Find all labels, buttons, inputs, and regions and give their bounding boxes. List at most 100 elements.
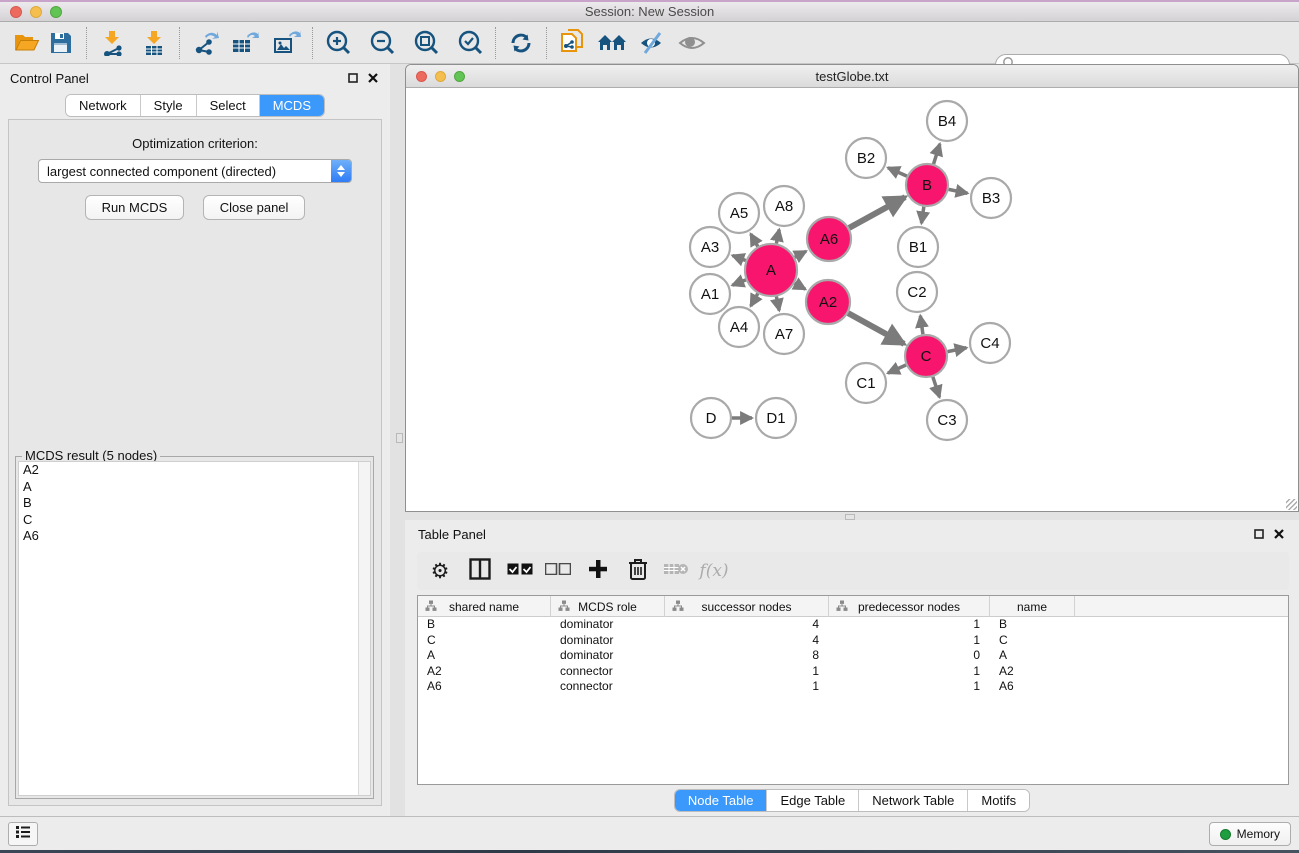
edge-A-A8[interactable] (776, 230, 779, 244)
table-cell[interactable]: C (990, 633, 1075, 649)
mcds-result-item[interactable]: C (19, 512, 370, 529)
table-cell[interactable]: 1 (829, 664, 990, 680)
graph-node-C3[interactable]: C3 (927, 400, 967, 440)
tab-motifs[interactable]: Motifs (968, 790, 1029, 811)
vertical-splitter-handle[interactable] (396, 433, 403, 443)
edge-C-C1[interactable] (888, 365, 906, 373)
export-table-button[interactable] (230, 27, 260, 59)
network-graph[interactable]: B4B2BB3A8A5A6A3B1AC2A1A2A4A7C4CC1C3DD1 (406, 88, 1298, 511)
zoom-fit-button[interactable] (411, 27, 441, 59)
delete-table-button[interactable] (659, 555, 693, 587)
edge-A-A5[interactable] (751, 234, 758, 247)
mcds-result-item[interactable]: A6 (19, 528, 370, 545)
table-cell[interactable]: 8 (665, 648, 829, 664)
function-builder-button[interactable]: f(x) (697, 555, 731, 587)
deselect-all-rows-button[interactable] (541, 555, 575, 587)
column-header-successor-nodes[interactable]: successor nodes (665, 596, 829, 617)
edge-A2-C[interactable] (848, 313, 904, 344)
node-table[interactable]: shared nameMCDS rolesuccessor nodesprede… (417, 595, 1289, 785)
table-cell[interactable]: dominator (551, 633, 665, 649)
edge-B-B1[interactable] (921, 207, 923, 223)
delete-column-button[interactable] (621, 555, 655, 587)
edge-B-B4[interactable] (934, 144, 940, 164)
show-columns-button[interactable] (463, 555, 497, 587)
export-network-button[interactable] (190, 27, 220, 59)
tab-edge-table[interactable]: Edge Table (767, 790, 859, 811)
graph-node-D[interactable]: D (691, 398, 731, 438)
hide-graphics-details-button[interactable] (637, 27, 667, 59)
import-network-button[interactable] (97, 27, 127, 59)
edge-A-A1[interactable] (732, 280, 746, 285)
edge-A-A4[interactable] (751, 294, 758, 307)
table-cell[interactable]: 4 (665, 633, 829, 649)
graph-node-B4[interactable]: B4 (927, 101, 967, 141)
mcds-result-item[interactable]: B (19, 495, 370, 512)
tab-select[interactable]: Select (197, 95, 260, 116)
table-cell[interactable]: 4 (665, 617, 829, 633)
table-cell[interactable]: C (418, 633, 551, 649)
graph-node-B1[interactable]: B1 (898, 227, 938, 267)
table-cell[interactable]: 1 (665, 664, 829, 680)
task-history-button[interactable] (8, 822, 38, 846)
tab-mcds[interactable]: MCDS (260, 95, 324, 116)
tab-network[interactable]: Network (66, 95, 141, 116)
graph-node-A[interactable]: A (745, 244, 797, 296)
close-panel-button[interactable]: Close panel (203, 195, 306, 220)
resize-grip-icon[interactable] (1286, 499, 1297, 510)
table-cell[interactable]: 1 (829, 617, 990, 633)
column-header-name[interactable]: name (990, 596, 1075, 617)
tab-style[interactable]: Style (141, 95, 197, 116)
edge-B-B3[interactable] (949, 189, 968, 193)
table-cell[interactable]: A2 (418, 664, 551, 680)
home-button[interactable] (597, 27, 627, 59)
table-cell[interactable]: B (990, 617, 1075, 633)
zoom-in-button[interactable] (323, 27, 353, 59)
close-panel-icon[interactable] (366, 71, 380, 85)
edge-A-A3[interactable] (732, 255, 745, 260)
scrollbar-track[interactable] (358, 462, 370, 795)
graph-node-C4[interactable]: C4 (970, 323, 1010, 363)
edge-A-A7[interactable] (776, 296, 779, 310)
save-session-button[interactable] (46, 27, 76, 59)
graph-node-B[interactable]: B (906, 164, 948, 206)
memory-button[interactable]: Memory (1209, 822, 1291, 846)
export-image-button[interactable] (272, 27, 302, 59)
edge-A6-B[interactable] (849, 197, 905, 228)
table-cell[interactable]: B (418, 617, 551, 633)
table-cell[interactable]: connector (551, 679, 665, 695)
table-row[interactable]: Cdominator41C (418, 633, 1288, 649)
window-titlebar[interactable]: Session: New Session (0, 2, 1299, 22)
table-row[interactable]: A6connector11A6 (418, 679, 1288, 695)
graph-node-C2[interactable]: C2 (897, 272, 937, 312)
table-cell[interactable]: dominator (551, 617, 665, 633)
mcds-result-item[interactable]: A (19, 479, 370, 496)
create-column-button[interactable] (581, 555, 615, 587)
table-settings-button[interactable]: ⚙ (423, 555, 457, 587)
graph-node-B3[interactable]: B3 (971, 178, 1011, 218)
table-cell[interactable]: 1 (829, 633, 990, 649)
graph-node-A4[interactable]: A4 (719, 307, 759, 347)
table-row[interactable]: A2connector11A2 (418, 664, 1288, 680)
zoom-selected-button[interactable] (455, 27, 485, 59)
close-panel-icon[interactable] (1272, 527, 1286, 541)
zoom-out-button[interactable] (367, 27, 397, 59)
edge-B-B2[interactable] (888, 168, 907, 176)
table-cell[interactable]: A2 (990, 664, 1075, 680)
ndex-button[interactable] (557, 27, 587, 59)
graph-node-A3[interactable]: A3 (690, 227, 730, 267)
table-cell[interactable]: dominator (551, 648, 665, 664)
tab-network-table[interactable]: Network Table (859, 790, 968, 811)
select-all-rows-button[interactable] (503, 555, 537, 587)
table-cell[interactable]: 1 (665, 679, 829, 695)
edge-A-A2[interactable] (795, 283, 806, 289)
tab-node-table[interactable]: Node Table (675, 790, 768, 811)
network-canvas[interactable]: B4B2BB3A8A5A6A3B1AC2A1A2A4A7C4CC1C3DD1 (406, 88, 1298, 511)
table-cell[interactable]: connector (551, 664, 665, 680)
table-row[interactable]: Adominator80A (418, 648, 1288, 664)
graph-node-A5[interactable]: A5 (719, 193, 759, 233)
table-cell[interactable]: 0 (829, 648, 990, 664)
edge-C-C2[interactable] (920, 316, 923, 334)
table-cell[interactable]: A6 (418, 679, 551, 695)
graph-node-A2[interactable]: A2 (806, 280, 850, 324)
refresh-button[interactable] (506, 27, 536, 59)
